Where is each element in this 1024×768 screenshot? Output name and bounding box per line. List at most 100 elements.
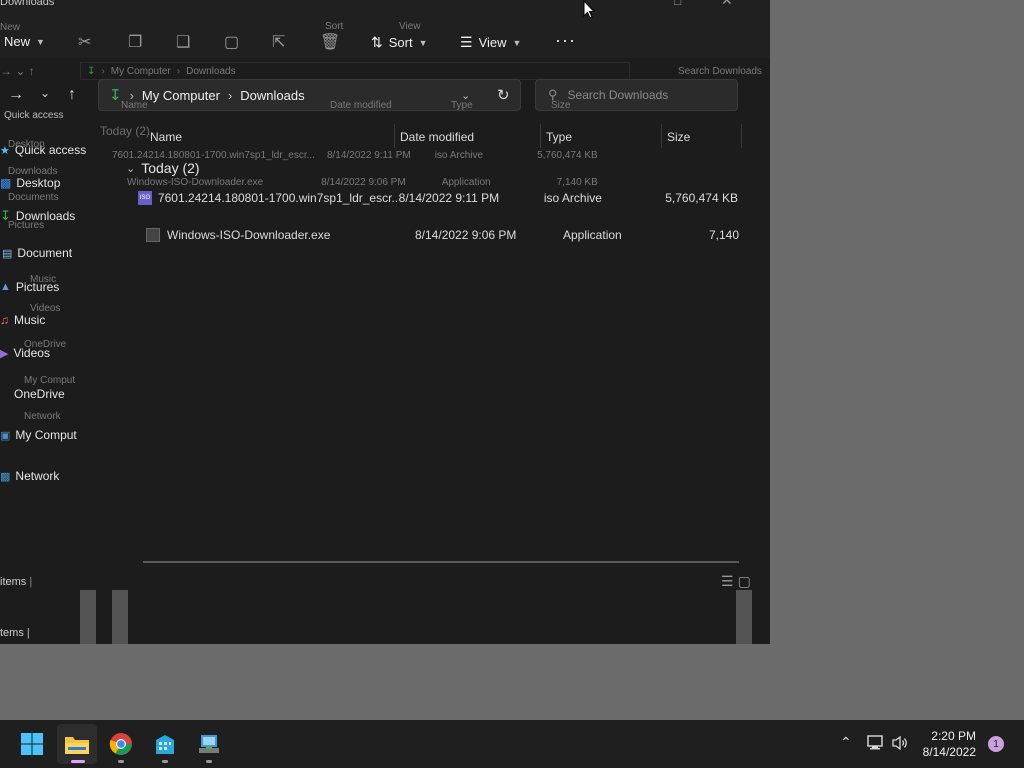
clock-time: 2:20 PM: [931, 729, 976, 743]
ghost-view-label: View: [399, 21, 421, 32]
horizontal-scrollbar[interactable]: [143, 561, 739, 563]
clock-date: 8/14/2022: [922, 745, 976, 759]
sidebar-item-documents[interactable]: ▤ Document: [2, 246, 72, 260]
exe-file-icon: [146, 228, 160, 242]
ghost-crumb-1: Downloads: [186, 65, 236, 77]
sidebar-item-label: OneDrive: [14, 387, 65, 401]
running-app-indicator: [118, 760, 124, 763]
column-header-type[interactable]: Type: [546, 126, 572, 148]
ghost-stripe: [80, 590, 96, 644]
file-explorer-taskbar-button[interactable]: [61, 728, 93, 760]
column-divider[interactable]: [394, 124, 395, 148]
start-button[interactable]: [16, 728, 48, 760]
ghost-group: Today (2): [100, 124, 151, 138]
sidebar-item-label: Network: [15, 469, 60, 483]
view-button[interactable]: ☰ View ▼: [460, 34, 521, 51]
group-header-today[interactable]: ⌄ Today (2): [126, 160, 200, 176]
status-items: items |: [0, 576, 33, 588]
file-row[interactable]: Windows-ISO-Downloader.exe 8/14/2022 9:0…: [146, 226, 746, 244]
ghost-videos: Videos: [30, 303, 61, 314]
download-arrow-icon: ↧: [109, 87, 122, 104]
active-app-indicator: [71, 760, 85, 763]
ghost-pictures: Pictures: [8, 220, 45, 231]
refresh-icon[interactable]: ↻: [497, 86, 510, 104]
ghost-music: Music: [30, 274, 57, 285]
column-header-size[interactable]: Size: [667, 126, 690, 148]
view-icon: ☰: [460, 34, 473, 50]
computer-icon: ▣: [0, 429, 11, 442]
ghost-onedrive: OneDrive: [24, 339, 67, 350]
column-header-date[interactable]: Date modified: [400, 126, 474, 148]
mouse-cursor-icon: [583, 0, 595, 19]
search-input[interactable]: Search Downloads: [568, 88, 669, 102]
sort-button[interactable]: ⇅ Sort ▼: [371, 34, 428, 51]
details-view-icon[interactable]: ☰: [721, 573, 734, 590]
file-date: 8/14/2022 9:06 PM: [415, 228, 517, 242]
column-header-name[interactable]: Name: [150, 126, 182, 148]
maximize-icon[interactable]: □: [674, 0, 681, 8]
breadcrumb-my-computer[interactable]: My Computer: [142, 88, 220, 103]
running-app-indicator: [206, 760, 212, 763]
share-icon[interactable]: ⇱: [272, 32, 285, 52]
window-title: Downloads: [0, 0, 55, 8]
delete-icon[interactable]: 🗑: [320, 32, 340, 52]
network-icon[interactable]: [866, 735, 884, 751]
building-app-taskbar-button[interactable]: [149, 728, 181, 760]
folder-icon: [65, 737, 89, 754]
ghost-documents: Documents: [8, 192, 59, 203]
breadcrumb-separator: ›: [227, 87, 233, 103]
sidebar-item-label: My Comput: [15, 428, 77, 442]
ghost-col-date: Date modified: [330, 100, 392, 111]
building-icon: [156, 735, 174, 754]
sort-icon: ⇅: [371, 34, 383, 50]
paste-icon[interactable]: ❑: [176, 32, 190, 52]
sidebar-item-desktop[interactable]: ▩ Desktop: [0, 176, 60, 190]
chevron-down-icon: ▼: [36, 36, 45, 47]
ghost-downloads: Downloads: [8, 166, 58, 177]
column-divider[interactable]: [540, 124, 541, 148]
file-type: iso Archive: [543, 191, 602, 205]
copy-icon[interactable]: ❐: [128, 32, 142, 52]
cut-icon[interactable]: ✂: [78, 32, 91, 52]
chrome-taskbar-button[interactable]: [105, 728, 137, 760]
new-label: New: [4, 34, 31, 49]
chevron-down-icon: ▼: [512, 37, 522, 48]
column-divider[interactable]: [661, 124, 662, 148]
recent-chevron-icon[interactable]: ⌄: [40, 86, 50, 100]
close-icon[interactable]: ✕: [721, 0, 733, 9]
file-explorer-window: Downloads New Sort View New ▼ ✂ ❐ ❑ ▢ ⇱ …: [0, 0, 770, 644]
clock[interactable]: 2:20 PM 8/14/2022: [914, 728, 976, 760]
ghost-col-size: Size: [551, 100, 571, 111]
ghost-stripe: [736, 590, 752, 644]
tiles-view-icon[interactable]: ▢: [738, 573, 751, 590]
ghost-col-name: Name: [121, 100, 148, 111]
file-row[interactable]: ISO 7601.24214.180801-1700.win7sp1_ldr_e…: [138, 189, 738, 207]
more-options-button[interactable]: ···: [555, 30, 576, 51]
show-hidden-icons-chevron-icon[interactable]: ⌃: [840, 734, 852, 751]
sidebar-item-network[interactable]: ▩ Network: [0, 469, 59, 483]
ghost-new-label: New: [0, 22, 21, 33]
file-name: 7601.24214.180801-1700.win7sp1_ldr_escr.…: [157, 191, 399, 205]
up-arrow-icon[interactable]: ↑: [68, 86, 76, 104]
sidebar-item-onedrive[interactable]: OneDrive: [14, 387, 65, 401]
pictures-icon: ▲: [0, 281, 11, 293]
chevron-down-icon: ⌄: [126, 162, 136, 175]
installer-app-taskbar-button[interactable]: [193, 728, 225, 760]
rename-icon[interactable]: ▢: [224, 32, 239, 52]
ghost-sort-label: Sort: [325, 21, 344, 32]
volume-icon[interactable]: [891, 735, 909, 751]
column-divider[interactable]: [741, 124, 742, 148]
breadcrumb-downloads[interactable]: Downloads: [240, 88, 304, 103]
sidebar-item-my-computer[interactable]: ▣ My Comput: [0, 428, 77, 442]
iso-file-icon: ISO: [138, 191, 152, 205]
file-size: 5,760,474 KB: [665, 191, 738, 205]
document-icon: ▤: [2, 247, 13, 260]
notification-badge[interactable]: 1: [988, 736, 1004, 752]
installer-icon: [199, 735, 219, 753]
sidebar-item-music[interactable]: ♫ Music: [0, 313, 45, 327]
ribbon-toolbar: Downloads New Sort View New ▼ ✂ ❐ ❑ ▢ ⇱ …: [0, 0, 770, 58]
view-toggle: ☰ ▢: [721, 572, 761, 590]
new-button[interactable]: New ▼: [4, 34, 45, 49]
ghost-search: Search Downloads: [678, 66, 762, 77]
forward-arrow-icon[interactable]: →: [8, 86, 24, 104]
